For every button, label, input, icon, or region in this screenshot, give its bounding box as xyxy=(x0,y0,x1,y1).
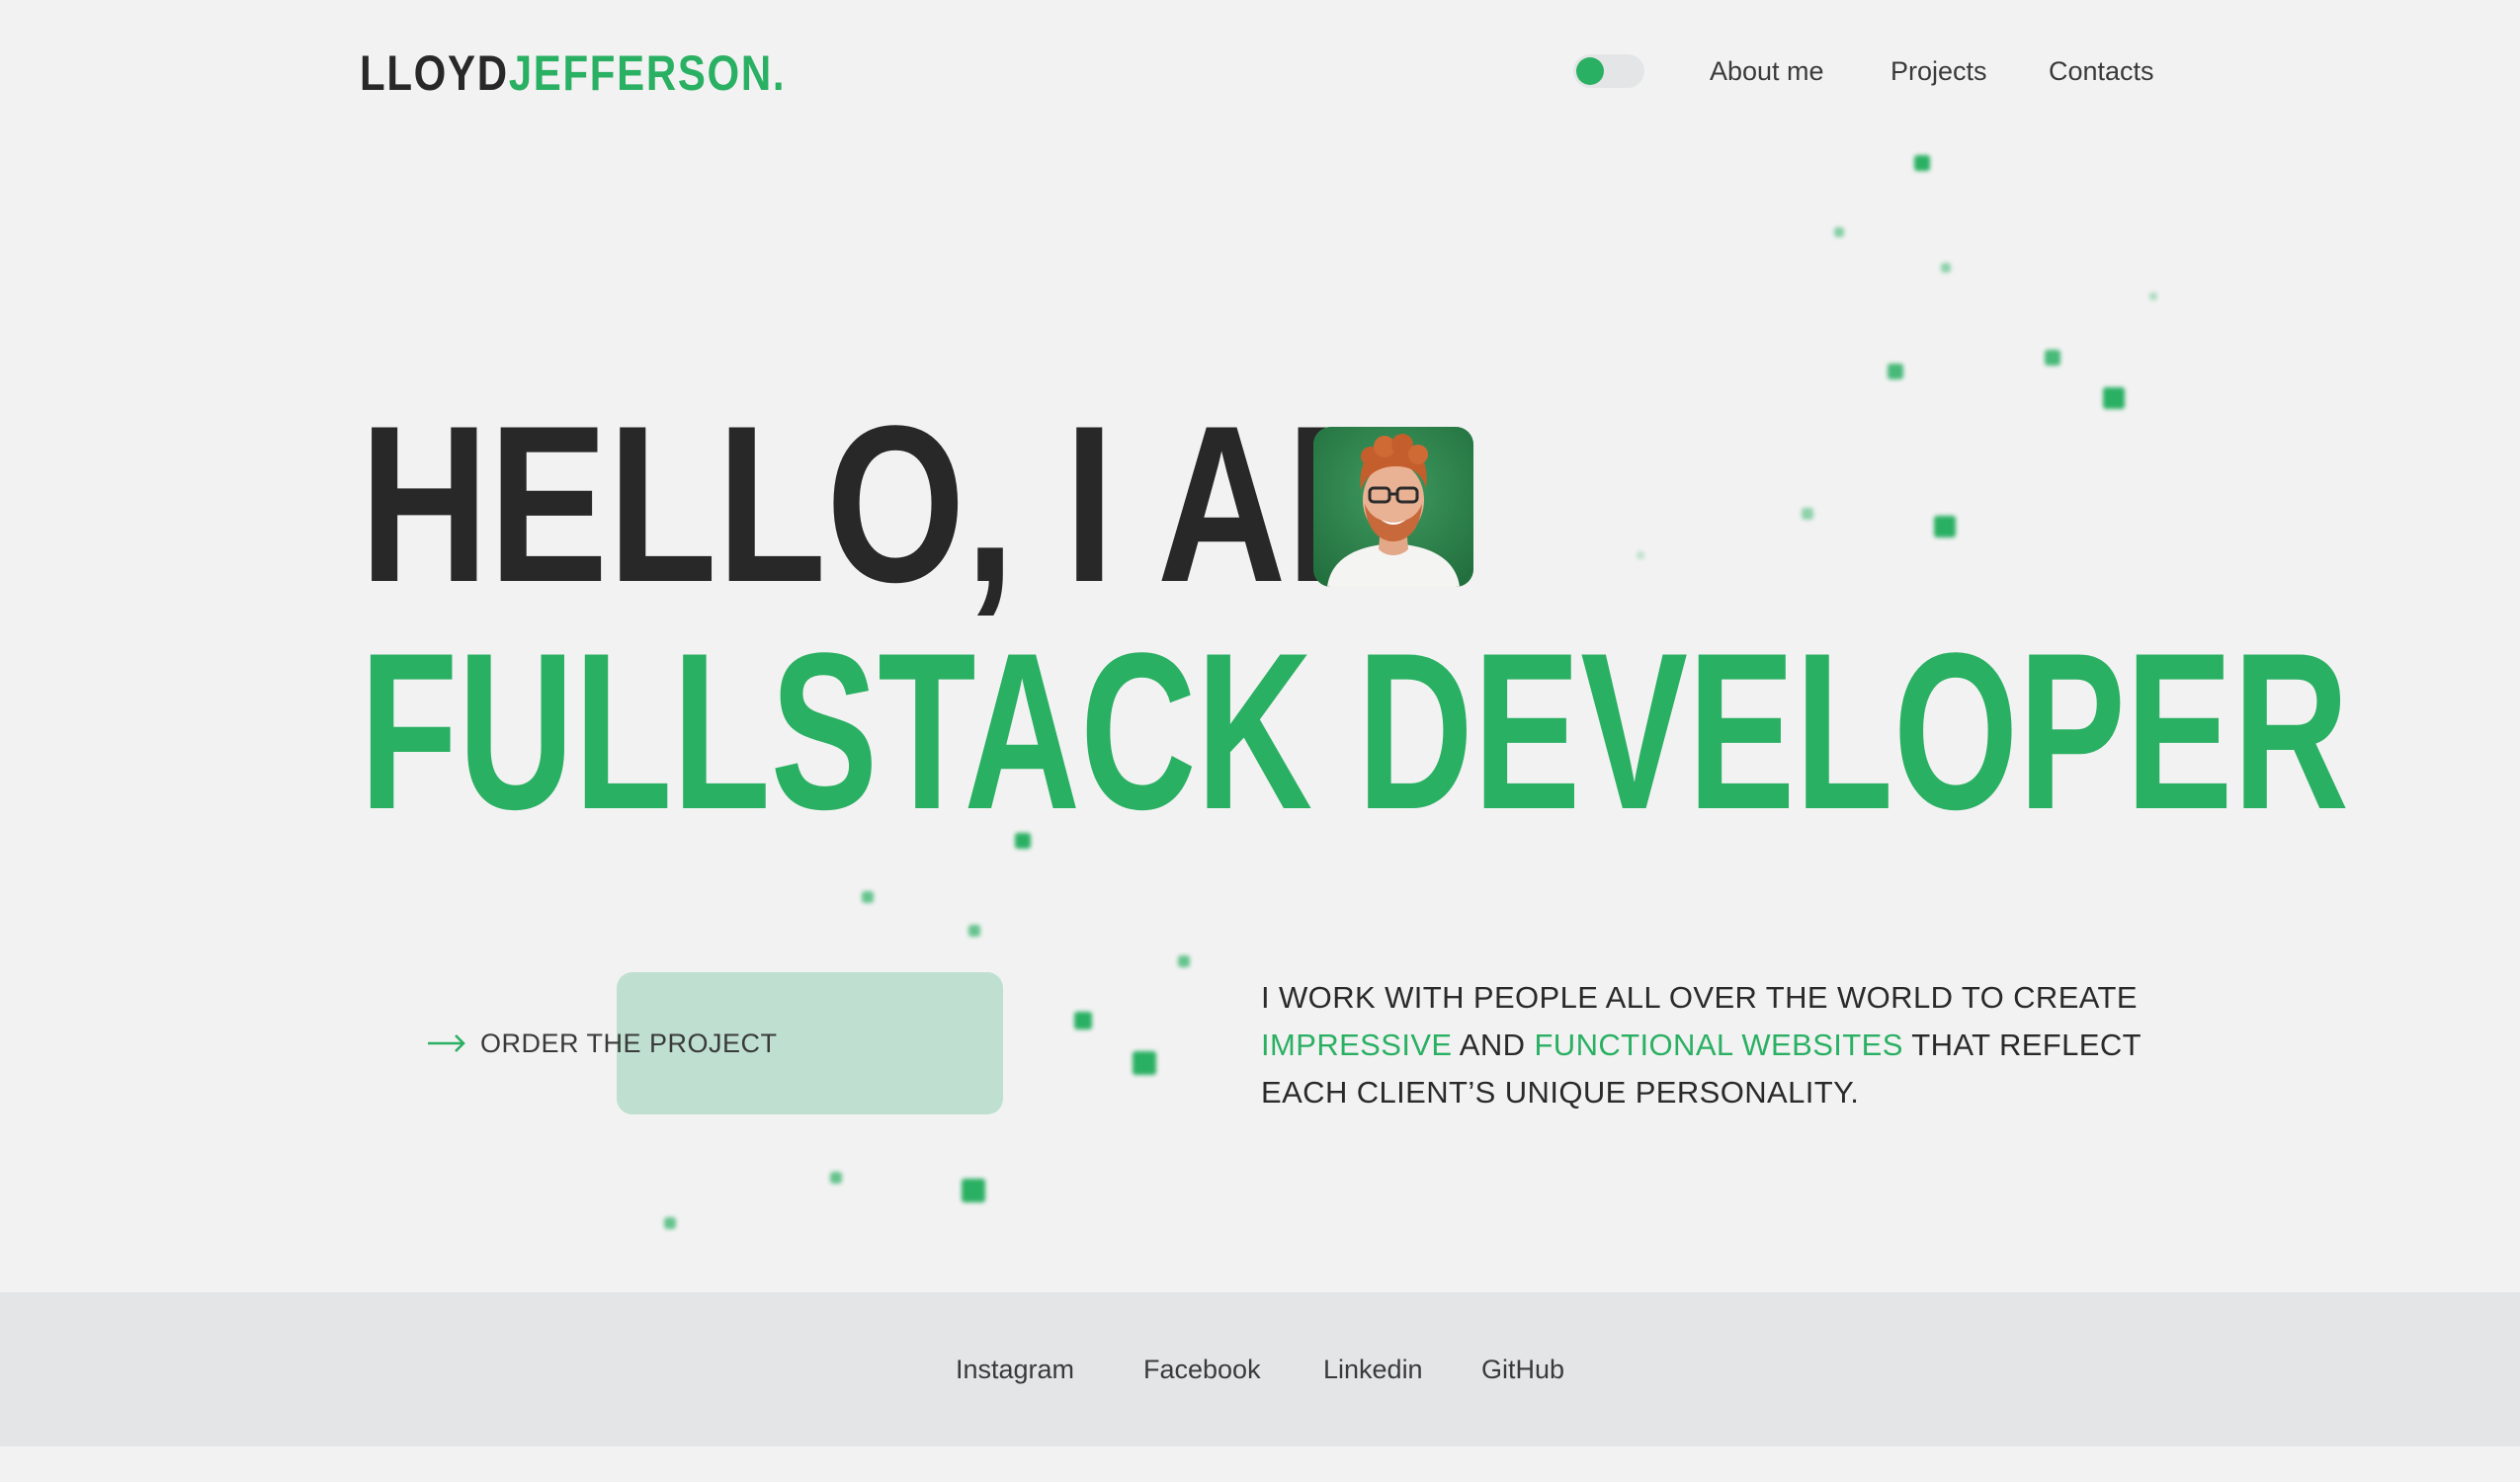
nav-contacts[interactable]: Contacts xyxy=(2049,51,2154,91)
nav-projects[interactable]: Projects xyxy=(1890,51,1987,91)
order-project-label: ORDER THE PROJECT xyxy=(480,1028,778,1058)
nav-about-me[interactable]: About me xyxy=(1710,51,1824,91)
particle xyxy=(1637,551,1644,559)
intro-text: I WORK WITH PEOPLE ALL OVER THE WORLD TO… xyxy=(1261,974,2170,1116)
particle xyxy=(1133,1051,1156,1075)
particle xyxy=(962,1179,985,1202)
intro-part2: AND xyxy=(1452,1028,1535,1062)
footer-link-linkedin[interactable]: Linkedin xyxy=(1323,1350,1423,1389)
footer-link-facebook[interactable]: Facebook xyxy=(1143,1350,1261,1389)
particle xyxy=(968,925,980,937)
avatar xyxy=(1313,427,1473,587)
hero-greeting: HELLO, I AM xyxy=(360,378,1436,628)
toggle-knob xyxy=(1576,57,1604,85)
particle xyxy=(2103,387,2125,409)
theme-toggle[interactable] xyxy=(1573,54,1644,88)
particle xyxy=(1834,227,1844,237)
particle xyxy=(1888,364,1903,379)
particle xyxy=(2149,292,2157,300)
logo-last-name: JEFFERSON. xyxy=(508,45,787,101)
landing-page: LLOYDJEFFERSON. About me Projects Contac… xyxy=(0,0,2520,1482)
particle xyxy=(1934,516,1956,537)
site-logo[interactable]: LLOYDJEFFERSON. xyxy=(360,43,786,103)
logo-first-name: LLOYD xyxy=(360,45,509,101)
particle xyxy=(830,1172,842,1184)
intro-accent-impressive: IMPRESSIVE xyxy=(1261,1028,1453,1062)
particle xyxy=(664,1217,676,1229)
footer: Instagram Facebook Linkedin GitHub xyxy=(0,1292,2520,1446)
footer-link-github[interactable]: GitHub xyxy=(1481,1350,1564,1389)
particle xyxy=(1941,263,1951,273)
footer-link-instagram[interactable]: Instagram xyxy=(956,1350,1074,1389)
intro-part1: I WORK WITH PEOPLE ALL OVER THE WORLD TO… xyxy=(1261,980,2138,1015)
particle xyxy=(1802,508,1813,520)
profile-photo xyxy=(1313,427,1473,587)
particle xyxy=(1074,1012,1092,1029)
particle xyxy=(862,891,874,903)
particle xyxy=(1178,955,1190,967)
hero-role: FULLSTACK DEVELOPER xyxy=(360,606,2349,856)
particle xyxy=(2045,350,2060,366)
particle xyxy=(1914,155,1930,171)
intro-accent-functional: FUNCTIONAL WEBSITES xyxy=(1534,1028,1903,1062)
order-project-button[interactable]: ORDER THE PROJECT xyxy=(427,1024,778,1063)
arrow-right-icon xyxy=(428,1034,465,1052)
